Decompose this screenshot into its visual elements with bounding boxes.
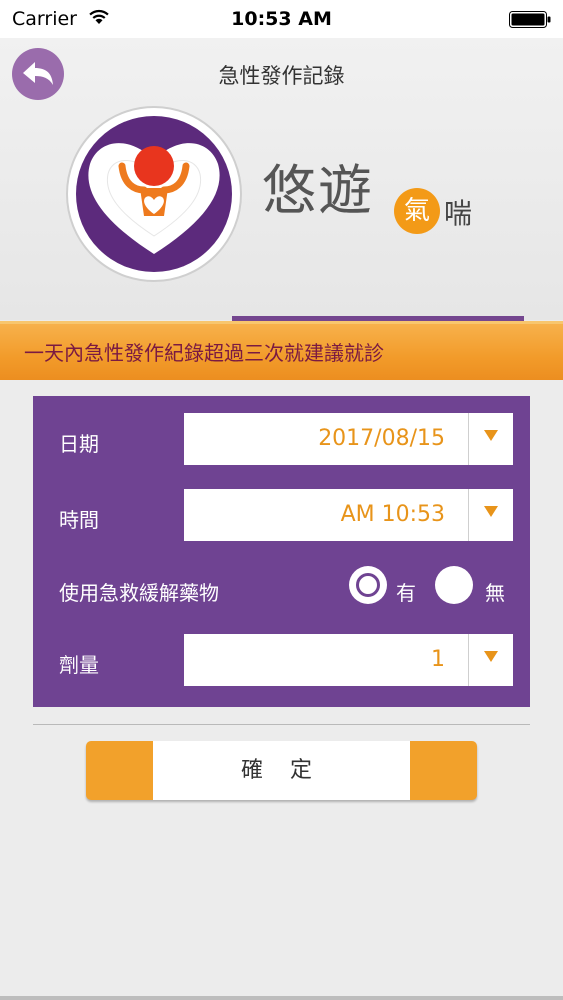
clock: 10:53 AM [231, 8, 332, 30]
brand-name: 悠遊 [262, 159, 374, 222]
confirm-button[interactable]: 確 定 [86, 741, 477, 800]
confirm-label: 確 定 [153, 741, 410, 800]
battery-icon [509, 11, 551, 28]
dose-dropdown-button[interactable] [468, 634, 513, 686]
form-separator [33, 724, 530, 725]
dropdown-arrow-icon [484, 651, 498, 662]
time-dropdown-button[interactable] [468, 489, 513, 541]
app-logo [66, 106, 242, 282]
brand-suffix: 喘 [444, 197, 473, 230]
page-title: 急性發作記錄 [218, 64, 345, 88]
dose-select[interactable]: 1 [184, 634, 513, 686]
time-label: 時間 [59, 508, 99, 532]
date-select[interactable]: 2017/08/15 [184, 413, 513, 465]
radio-no[interactable] [435, 566, 473, 604]
time-select[interactable]: AM 10:53 [184, 489, 513, 541]
dose-value: 1 [431, 647, 445, 672]
radio-yes[interactable] [349, 566, 387, 604]
bottom-edge [0, 996, 563, 1000]
notice-text: 一天內急性發作紀錄超過三次就建議就診 [24, 341, 384, 365]
app-header: 急性發作記錄 悠遊 氣 喘 [0, 38, 563, 320]
time-value: AM 10:53 [340, 502, 445, 527]
date-value: 2017/08/15 [318, 426, 445, 451]
notice-banner: 一天內急性發作紀錄超過三次就建議就診 [0, 321, 563, 380]
dropdown-arrow-icon [484, 430, 498, 441]
status-bar: Carrier 10:53 AM [0, 0, 563, 38]
rescue-med-label: 使用急救緩解藥物 [59, 581, 219, 605]
date-label: 日期 [59, 432, 99, 456]
dropdown-arrow-icon [484, 506, 498, 517]
brand-badge: 氣 [394, 188, 440, 234]
date-dropdown-button[interactable] [468, 413, 513, 465]
radio-no-label: 無 [485, 581, 505, 605]
radio-yes-label: 有 [396, 581, 416, 605]
dose-label: 劑量 [59, 653, 99, 677]
record-form: 日期 2017/08/15 時間 AM 10:53 使用急救緩解藥物 有 無 劑… [33, 396, 530, 707]
